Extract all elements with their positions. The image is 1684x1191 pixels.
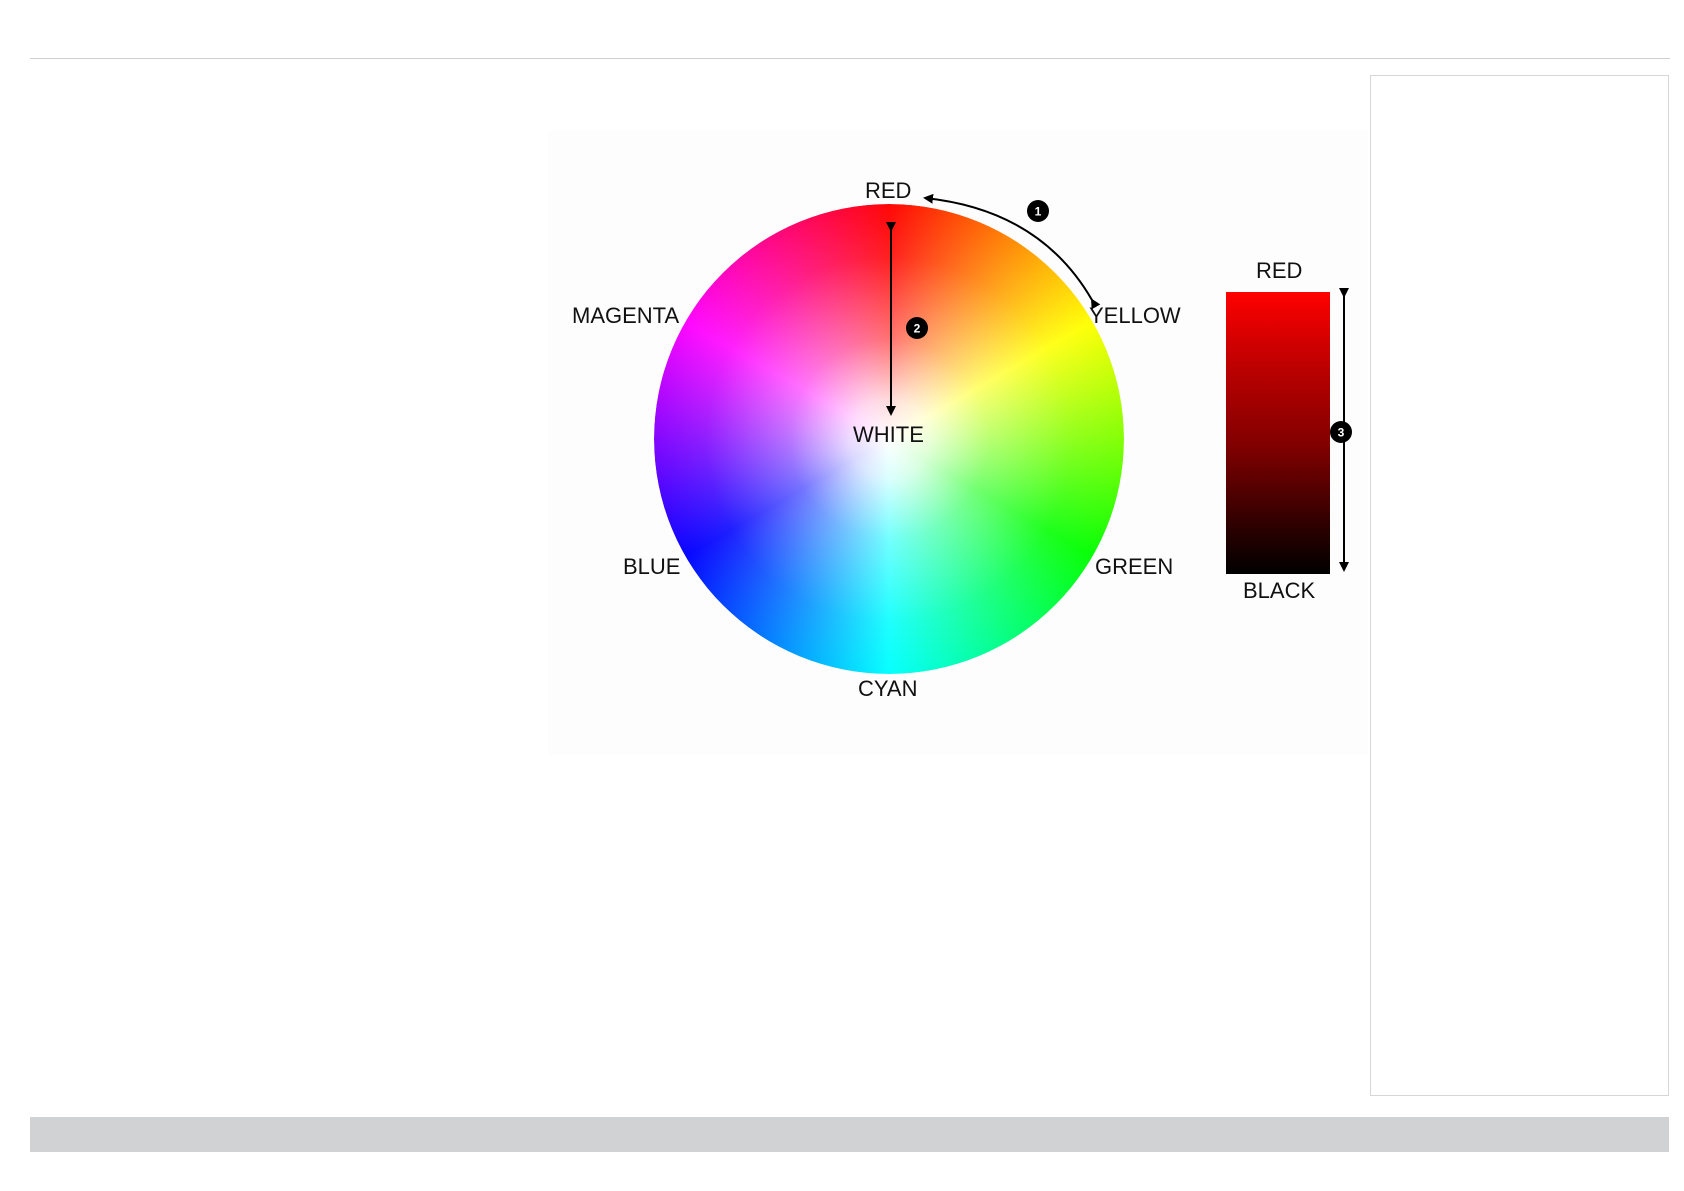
annotation-overlay: 1 2 3 bbox=[886, 193, 1352, 572]
callout-2-text: 2 bbox=[914, 322, 921, 336]
callout-badge-2: 2 bbox=[906, 317, 928, 339]
callout-badge-1: 1 bbox=[1027, 200, 1049, 222]
callout-badge-3: 3 bbox=[1330, 421, 1352, 443]
color-wheel-figure: RED YELLOW GREEN CYAN BLUE MAGENTA WHITE… bbox=[0, 0, 1684, 1191]
callout-3-text: 3 bbox=[1338, 426, 1345, 440]
hue-arc-arrow bbox=[923, 193, 1101, 310]
callout-1-text: 1 bbox=[1035, 205, 1042, 219]
